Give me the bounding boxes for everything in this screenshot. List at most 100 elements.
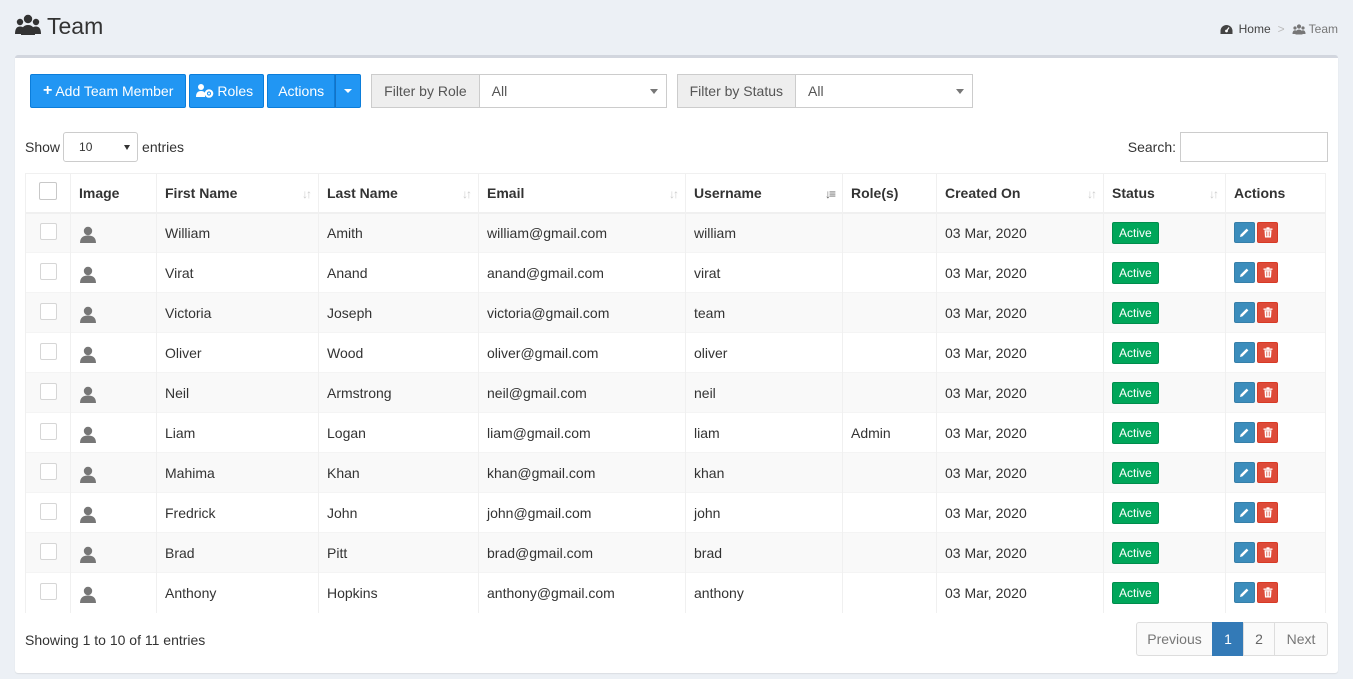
delete-button[interactable] — [1257, 262, 1278, 283]
status-cell: Active — [1103, 572, 1226, 613]
delete-button[interactable] — [1257, 582, 1278, 604]
roles-cell — [842, 492, 937, 533]
delete-button[interactable] — [1257, 422, 1278, 443]
edit-button[interactable] — [1234, 222, 1255, 244]
row-checkbox[interactable] — [39, 422, 57, 440]
page-1-button[interactable]: 1 — [1212, 622, 1244, 656]
column-header[interactable]: Username ↓≡ — [685, 173, 843, 214]
search-area: Search: — [1128, 132, 1328, 162]
filter-status-select[interactable]: All — [795, 74, 973, 108]
column-label: Actions — [1234, 184, 1286, 201]
trash-icon — [1263, 467, 1273, 478]
column-header[interactable]: Status ↓↑ — [1103, 173, 1226, 214]
status-cell: Active — [1103, 332, 1226, 373]
status-cell: Active — [1103, 252, 1226, 293]
row-checkbox[interactable] — [39, 462, 57, 480]
row-checkbox[interactable] — [39, 502, 57, 520]
column-header[interactable]: Email ↓↑ — [478, 173, 686, 214]
row-checkbox[interactable] — [39, 542, 57, 560]
edit-button[interactable] — [1234, 542, 1255, 563]
status-badge: Active — [1112, 261, 1159, 284]
username-cell: neil — [685, 372, 843, 413]
table-row: Mahima Khan khan@gmail.com khan 03 Mar, 2020… — [25, 452, 1326, 493]
status-badge: Active — [1112, 381, 1159, 404]
edit-button[interactable] — [1234, 502, 1255, 523]
image-cell — [70, 492, 157, 533]
row-checkbox[interactable] — [39, 582, 57, 600]
breadcrumb: Home > Team — [1220, 22, 1338, 36]
pencil-icon — [1239, 547, 1250, 558]
trash-icon — [1263, 547, 1273, 558]
row-select-cell — [25, 532, 71, 573]
actions-dropdown-toggle[interactable] — [335, 74, 362, 108]
previous-page-button[interactable]: Previous — [1136, 622, 1213, 656]
edit-button[interactable] — [1234, 422, 1255, 443]
username-cell: john — [685, 492, 843, 533]
row-checkbox[interactable] — [39, 302, 57, 320]
chevron-down-icon — [956, 88, 964, 94]
delete-button[interactable] — [1257, 542, 1278, 563]
dashboard-icon — [1220, 24, 1233, 35]
first-name-cell: Anthony — [156, 572, 319, 613]
username-cell: anthony — [685, 572, 843, 613]
next-page-button[interactable]: Next — [1274, 622, 1328, 656]
actions-cell — [1225, 492, 1326, 533]
first-name-cell: Oliver — [156, 332, 319, 373]
pencil-icon — [1239, 227, 1250, 238]
roles-cell — [842, 332, 937, 373]
created-on-cell: 03 Mar, 2020 — [936, 412, 1104, 453]
column-header[interactable]: First Name ↓↑ — [156, 173, 319, 214]
actions-cell — [1225, 532, 1326, 573]
breadcrumb-home-label: Home — [1238, 22, 1271, 36]
row-checkbox[interactable] — [39, 222, 57, 240]
pencil-icon — [1239, 587, 1250, 598]
actions-button[interactable]: Actions — [267, 74, 336, 108]
select-all-header — [25, 173, 71, 214]
delete-button[interactable] — [1257, 382, 1278, 403]
row-select-cell — [25, 572, 71, 613]
edit-button[interactable] — [1234, 302, 1255, 323]
roles-button[interactable]: Roles — [189, 74, 265, 108]
edit-button[interactable] — [1234, 582, 1255, 604]
row-select-cell — [25, 492, 71, 533]
created-on-cell: 03 Mar, 2020 — [936, 492, 1104, 533]
breadcrumb-current-label: Team — [1308, 22, 1338, 36]
table-body: William Amith william@gmail.com william 03 M… — [25, 212, 1326, 613]
edit-button[interactable] — [1234, 262, 1255, 283]
team-small-icon — [1292, 23, 1306, 35]
content-box: + Add Team Member Roles Actions Filter b… — [15, 55, 1338, 673]
status-cell: Active — [1103, 532, 1226, 573]
column-header[interactable]: Created On ↓↑ — [936, 173, 1104, 214]
page-2-button[interactable]: 2 — [1243, 622, 1275, 656]
last-name-cell: Amith — [318, 212, 479, 253]
edit-button[interactable] — [1234, 382, 1255, 403]
delete-button[interactable] — [1257, 302, 1278, 323]
edit-button[interactable] — [1234, 462, 1255, 483]
sort-icon: ↓↑ — [462, 187, 472, 201]
table-info: Showing 1 to 10 of 11 entries — [25, 632, 206, 648]
row-checkbox[interactable] — [39, 342, 57, 360]
trash-icon — [1263, 387, 1273, 398]
column-header[interactable]: Last Name ↓↑ — [318, 173, 479, 214]
table-row: Anthony Hopkins anthony@gmail.com anthony 03… — [25, 572, 1326, 613]
breadcrumb-home[interactable]: Home — [1220, 22, 1271, 36]
row-checkbox[interactable] — [39, 262, 57, 280]
row-checkbox[interactable] — [39, 382, 57, 400]
search-input[interactable] — [1180, 132, 1328, 162]
select-all-checkbox[interactable] — [39, 182, 57, 201]
roles-cell — [842, 532, 937, 573]
username-cell: brad — [685, 532, 843, 573]
entries-select[interactable]: 10 — [63, 132, 139, 162]
page-header: Team — [15, 12, 103, 40]
breadcrumb-separator: > — [1277, 22, 1285, 36]
filter-role-select[interactable]: All — [478, 74, 667, 108]
edit-button[interactable] — [1234, 342, 1255, 363]
roles-label: Roles — [217, 83, 254, 99]
actions-cell — [1225, 572, 1326, 613]
add-team-member-button[interactable]: + Add Team Member — [30, 74, 187, 108]
delete-button[interactable] — [1257, 462, 1278, 483]
delete-button[interactable] — [1257, 502, 1278, 523]
delete-button[interactable] — [1257, 342, 1278, 363]
image-cell — [70, 212, 157, 253]
delete-button[interactable] — [1257, 222, 1278, 244]
